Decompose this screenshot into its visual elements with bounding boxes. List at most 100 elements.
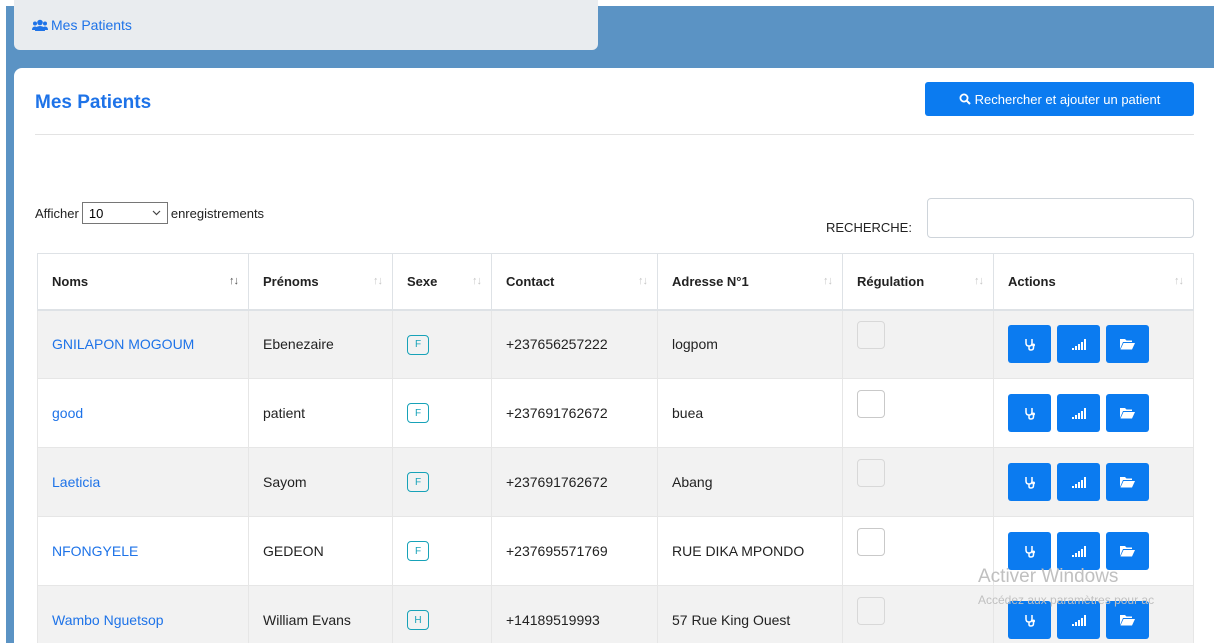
consultation-button[interactable] bbox=[1008, 532, 1051, 570]
regulation-checkbox[interactable] bbox=[857, 390, 885, 418]
page-title: Mes Patients bbox=[35, 92, 152, 113]
patient-contact: +237691762672 bbox=[491, 378, 658, 448]
patient-sex-cell: F bbox=[392, 516, 492, 586]
folder-button[interactable] bbox=[1106, 394, 1149, 432]
sex-badge: H bbox=[407, 610, 429, 631]
search-label: RECHERCHE: bbox=[826, 220, 912, 235]
regulation-cell bbox=[842, 447, 994, 517]
patient-firstname: William Evans bbox=[248, 585, 393, 643]
stethoscope-icon bbox=[1024, 476, 1035, 489]
col-header-adresse[interactable]: Adresse N°1 ↑↓ bbox=[657, 253, 843, 311]
stethoscope-icon bbox=[1024, 545, 1035, 558]
actions-cell bbox=[993, 447, 1194, 517]
consultation-button[interactable] bbox=[1008, 463, 1051, 501]
sort-icon: ↑↓ bbox=[974, 275, 984, 287]
left-border bbox=[0, 0, 6, 643]
windows-activation-watermark: Activer Windows bbox=[978, 566, 1119, 587]
patient-name-link[interactable]: Laeticia bbox=[37, 447, 249, 517]
patient-address: Abang bbox=[657, 447, 843, 517]
search-add-patient-label: Rechercher et ajouter un patient bbox=[974, 91, 1161, 107]
patient-contact: +237691762672 bbox=[491, 447, 658, 517]
page-length-control: Afficher 10 enregistrements bbox=[35, 202, 264, 224]
patient-name-link[interactable]: good bbox=[37, 378, 249, 448]
regulation-cell bbox=[842, 309, 994, 379]
folder-open-icon bbox=[1120, 477, 1135, 488]
regulation-cell bbox=[842, 585, 994, 643]
col-header-contact[interactable]: Contact ↑↓ bbox=[491, 253, 658, 311]
table-row: GNILAPON MOGOUM Ebenezaire F +2376562572… bbox=[37, 309, 1194, 379]
patient-firstname: Ebenezaire bbox=[248, 309, 393, 379]
stethoscope-icon bbox=[1024, 614, 1035, 627]
folder-button[interactable] bbox=[1106, 463, 1149, 501]
stethoscope-icon bbox=[1024, 338, 1035, 351]
sort-icon: ↑↓ bbox=[638, 275, 648, 287]
sex-badge: F bbox=[407, 541, 429, 562]
regulation-checkbox[interactable] bbox=[857, 321, 885, 350]
stats-button[interactable] bbox=[1057, 463, 1100, 501]
regulation-checkbox[interactable] bbox=[857, 597, 885, 625]
chevron-down-icon bbox=[152, 210, 161, 216]
patient-address: logpom bbox=[657, 309, 843, 379]
patient-firstname: Sayom bbox=[248, 447, 393, 517]
folder-open-icon bbox=[1120, 546, 1135, 557]
patient-address: RUE DIKA MPONDO bbox=[657, 516, 843, 586]
table-header-row: Noms ↑↓ Prénoms ↑↓ Sexe ↑↓ Contact ↑↓ Adress… bbox=[37, 253, 1194, 311]
regulation-checkbox[interactable] bbox=[857, 528, 885, 556]
patient-contact: +237656257222 bbox=[491, 309, 658, 379]
folder-open-icon bbox=[1120, 615, 1135, 626]
col-header-noms[interactable]: Noms ↑↓ bbox=[37, 253, 249, 311]
signal-bars-icon bbox=[1071, 545, 1086, 557]
breadcrumb-link[interactable]: Mes Patients bbox=[51, 17, 132, 33]
regulation-cell bbox=[842, 516, 994, 586]
patient-contact: +14189519993 bbox=[491, 585, 658, 643]
patient-sex-cell: H bbox=[392, 585, 492, 643]
patient-name-link[interactable]: GNILAPON MOGOUM bbox=[37, 309, 249, 379]
patient-sex-cell: F bbox=[392, 447, 492, 517]
sort-icon: ↑↓ bbox=[823, 275, 833, 287]
consultation-button[interactable] bbox=[1008, 394, 1051, 432]
patient-sex-cell: F bbox=[392, 378, 492, 448]
actions-cell bbox=[993, 309, 1194, 379]
page-length-value: 10 bbox=[88, 205, 104, 221]
patient-name-link[interactable]: NFONGYELE bbox=[37, 516, 249, 586]
signal-bars-icon bbox=[1071, 338, 1086, 350]
patient-address: 57 Rue King Ouest bbox=[657, 585, 843, 643]
sex-badge: F bbox=[407, 472, 429, 493]
patient-address: buea bbox=[657, 378, 843, 448]
search-add-patient-button[interactable]: Rechercher et ajouter un patient bbox=[925, 82, 1194, 116]
length-prefix: Afficher bbox=[35, 205, 79, 221]
folder-open-icon bbox=[1120, 339, 1135, 350]
col-header-sexe[interactable]: Sexe ↑↓ bbox=[392, 253, 492, 311]
stats-button[interactable] bbox=[1057, 325, 1100, 364]
page-length-select[interactable]: 10 bbox=[81, 202, 168, 224]
col-header-actions[interactable]: Actions ↑↓ bbox=[993, 253, 1194, 311]
actions-cell bbox=[993, 378, 1194, 448]
regulation-checkbox[interactable] bbox=[857, 459, 885, 487]
patient-name-link[interactable]: Wambo Nguetsop bbox=[37, 585, 249, 643]
stats-button[interactable] bbox=[1057, 394, 1100, 432]
table-row: Laeticia Sayom F +237691762672 Abang bbox=[37, 447, 1194, 517]
col-header-prenoms[interactable]: Prénoms ↑↓ bbox=[248, 253, 393, 311]
search-input[interactable] bbox=[927, 198, 1194, 238]
sort-icon: ↑↓ bbox=[373, 275, 383, 287]
patient-sex-cell: F bbox=[392, 309, 492, 379]
patient-firstname: patient bbox=[248, 378, 393, 448]
sex-badge: F bbox=[407, 403, 429, 424]
folder-open-icon bbox=[1120, 408, 1135, 419]
regulation-cell bbox=[842, 378, 994, 448]
folder-button[interactable] bbox=[1106, 532, 1149, 570]
col-header-regulation[interactable]: Régulation ↑↓ bbox=[842, 253, 994, 311]
signal-bars-icon bbox=[1071, 476, 1086, 488]
divider bbox=[35, 134, 1194, 135]
users-icon bbox=[32, 19, 48, 32]
search-icon bbox=[959, 93, 971, 105]
consultation-button[interactable] bbox=[1008, 325, 1051, 364]
sort-icon: ↑↓ bbox=[229, 275, 239, 287]
signal-bars-icon bbox=[1071, 614, 1086, 626]
windows-activation-subtitle: Accédez aux paramètres pour ac bbox=[978, 593, 1155, 607]
length-suffix: enregistrements bbox=[170, 205, 265, 221]
folder-button[interactable] bbox=[1106, 325, 1149, 364]
stats-button[interactable] bbox=[1057, 532, 1100, 570]
table-row: good patient F +237691762672 buea bbox=[37, 378, 1194, 448]
sex-badge: F bbox=[407, 334, 429, 355]
